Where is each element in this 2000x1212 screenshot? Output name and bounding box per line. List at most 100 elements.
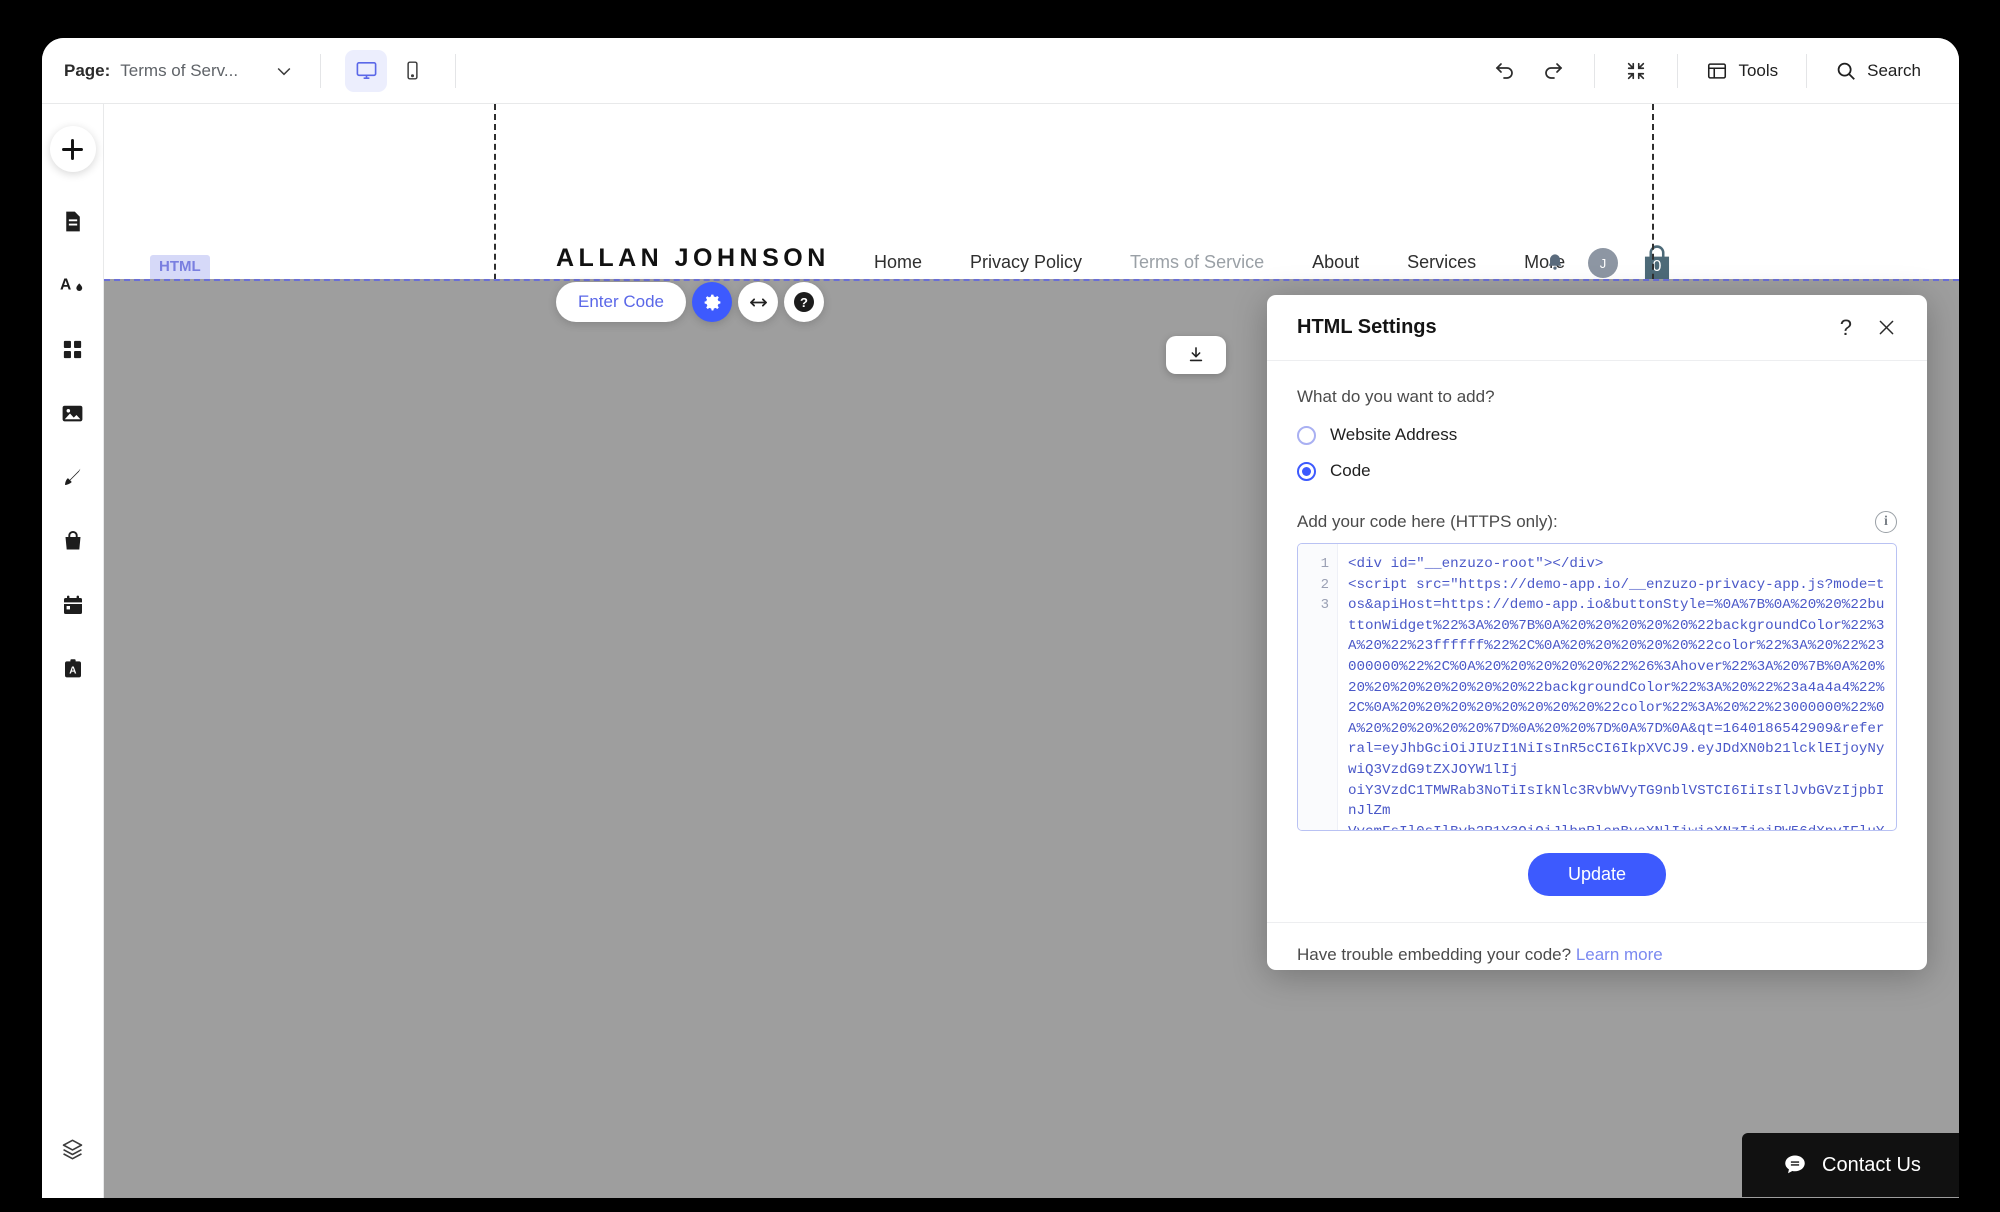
element-floating-toolbar: Enter Code ?: [556, 282, 824, 322]
sidebar-item-pages[interactable]: [50, 198, 96, 244]
history-group: [1464, 50, 1594, 92]
sidebar-item-bookings[interactable]: [50, 582, 96, 628]
sidebar-item-apps[interactable]: [50, 326, 96, 372]
sidebar-item-media[interactable]: [50, 390, 96, 436]
code-line: <div id="__enzuzo-root"></div>: [1348, 556, 1604, 572]
svg-text:?: ?: [800, 295, 808, 310]
nav-item-privacy-policy[interactable]: Privacy Policy: [970, 252, 1082, 273]
code-line: oiY3VzdC1TMWRab3NoTiIsIkNlc3RvbWVyTG9nbl…: [1348, 782, 1885, 820]
help-circle-icon: ?: [792, 290, 816, 314]
undo-button[interactable]: [1484, 50, 1526, 92]
top-toolbar: Page: Terms of Serv... Tools Search: [42, 38, 1959, 104]
update-button[interactable]: Update: [1527, 853, 1667, 896]
site-header-icons: J 0: [1544, 244, 1674, 282]
nav-item-home[interactable]: Home: [874, 252, 922, 273]
nav-item-terms-of-service[interactable]: Terms of Service: [1130, 252, 1264, 273]
radio-website-address-label: Website Address: [1330, 425, 1458, 444]
svg-text:A: A: [60, 276, 71, 293]
element-stretch-button[interactable]: [738, 282, 778, 322]
download-icon[interactable]: [1166, 336, 1226, 374]
panel-footer-text: Have trouble embedding your code?: [1297, 945, 1572, 964]
cart-button[interactable]: 0: [1640, 244, 1674, 282]
search-button[interactable]: Search: [1827, 50, 1929, 92]
page-icon: [60, 209, 85, 234]
code-line: <script src="https://demo-app.io/__enzuz…: [1348, 576, 1885, 778]
panel-body: What do you want to add? Website Address…: [1267, 361, 1927, 922]
radio-website-address-input[interactable]: [1297, 425, 1316, 445]
viewport-switcher: [345, 49, 433, 92]
tools-button[interactable]: Tools: [1698, 50, 1786, 92]
sidebar-item-theme[interactable]: A: [50, 262, 96, 308]
radio-code-label: Code: [1330, 461, 1371, 480]
code-line: VycmFsIl0sIlByb2R1Y3QiOiJlbnRlcnByaXNlIi…: [1348, 822, 1888, 830]
toolbar-divider: [320, 53, 322, 88]
sidebar-item-blog[interactable]: A: [50, 646, 96, 692]
code-label-row: Add your code here (HTTPS only): i: [1297, 511, 1897, 533]
chat-bubble-icon: [1782, 1152, 1808, 1178]
question-mark-icon[interactable]: ?: [1840, 316, 1852, 339]
contact-us-label: Contact Us: [1822, 1153, 1921, 1176]
svg-text:A: A: [69, 666, 76, 677]
toolbar-divider-2: [455, 53, 457, 88]
element-settings-button[interactable]: [692, 282, 732, 322]
site-nav: Home Privacy Policy Terms of Service Abo…: [874, 252, 1565, 273]
cart-count: 0: [1652, 258, 1662, 275]
image-icon: [60, 401, 85, 426]
left-sidebar: A A: [42, 104, 104, 1198]
code-editor[interactable]: 1 2 3 <div id="__enzuzo-root"></div> <scr…: [1297, 543, 1897, 831]
redo-button[interactable]: [1532, 50, 1574, 92]
line-number: 1: [1320, 556, 1329, 572]
shopping-bag-icon: [61, 529, 85, 553]
html-block-tag: HTML: [150, 255, 210, 279]
pen-nib-icon: [60, 465, 85, 490]
page-selector[interactable]: Page: Terms of Serv...: [64, 38, 294, 104]
top-toolbar-right: Tools Search: [1464, 38, 1959, 104]
viewport-desktop-button[interactable]: [345, 49, 388, 92]
page-selector-value: Terms of Serv...: [120, 60, 239, 80]
panel-footer: Have trouble embedding your code? Learn …: [1267, 922, 1927, 970]
element-help-button[interactable]: ?: [784, 282, 824, 322]
site-header: ALLAN JOHNSON Home Privacy Policy Terms …: [104, 104, 1959, 282]
panel-header: HTML Settings ?: [1267, 295, 1927, 361]
editor-window: Page: Terms of Serv... Tools Search A A …: [42, 38, 1959, 1198]
learn-more-link[interactable]: Learn more: [1576, 945, 1663, 964]
code-gutter: 1 2 3: [1298, 544, 1338, 830]
chevron-down-icon: [274, 61, 294, 81]
line-number: 3: [1320, 597, 1329, 614]
info-icon[interactable]: i: [1875, 511, 1897, 533]
plus-icon: [59, 136, 86, 163]
add-type-question: What do you want to add?: [1297, 387, 1495, 406]
sidebar-item-add[interactable]: [49, 126, 96, 172]
theme-letter-droplet-icon: A: [60, 273, 85, 298]
viewport-mobile-button[interactable]: [391, 50, 433, 92]
page-selector-label: Page:: [64, 60, 111, 80]
sidebar-item-layers[interactable]: [50, 1126, 96, 1172]
search-group: Search: [1807, 50, 1959, 92]
nav-item-services[interactable]: Services: [1407, 252, 1476, 273]
collapse-icon[interactable]: [1615, 50, 1657, 92]
code-textarea[interactable]: <div id="__enzuzo-root"></div> <script sr…: [1338, 544, 1896, 830]
radio-code-input[interactable]: [1297, 461, 1316, 481]
avatar[interactable]: J: [1588, 248, 1618, 278]
close-icon[interactable]: [1876, 317, 1897, 338]
site-logo: ALLAN JOHNSON: [556, 244, 830, 272]
radio-code[interactable]: Code: [1297, 461, 1897, 481]
search-icon: [1835, 60, 1857, 82]
tools-label: Tools: [1738, 60, 1779, 80]
panel-header-actions: ?: [1840, 316, 1897, 339]
layers-icon: [60, 1137, 85, 1162]
tools-group: Tools: [1678, 50, 1806, 92]
radio-website-address[interactable]: Website Address: [1297, 425, 1897, 445]
html-settings-panel: HTML Settings ? What do you want to add?…: [1267, 295, 1927, 970]
sidebar-item-design[interactable]: [50, 454, 96, 500]
sidebar-item-store[interactable]: [50, 518, 96, 564]
update-button-wrap: Update: [1297, 831, 1897, 922]
nav-item-about[interactable]: About: [1312, 252, 1359, 273]
zoom-group: [1595, 50, 1677, 92]
grid-apps-icon: [61, 338, 84, 361]
contact-us-widget[interactable]: Contact Us: [1742, 1133, 1959, 1197]
blog-icon: A: [61, 657, 85, 681]
bell-icon[interactable]: [1544, 252, 1566, 274]
enter-code-button[interactable]: Enter Code: [556, 282, 686, 322]
calendar-icon: [61, 593, 85, 617]
